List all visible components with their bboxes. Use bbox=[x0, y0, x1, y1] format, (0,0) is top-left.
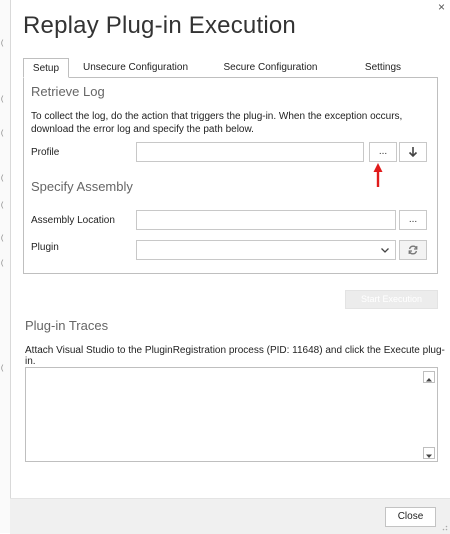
tab-settings[interactable]: Settings bbox=[348, 58, 418, 78]
plugin-traces-description: Attach Visual Studio to the PluginRegist… bbox=[25, 345, 445, 367]
refresh-plugins-button[interactable] bbox=[399, 240, 427, 260]
background-glyph: ( bbox=[1, 202, 4, 209]
scroll-up-button[interactable] bbox=[423, 371, 435, 383]
assembly-location-input[interactable] bbox=[136, 210, 396, 230]
background-glyph: ( bbox=[1, 130, 4, 137]
tab-secure-configuration[interactable]: Secure Configuration bbox=[208, 58, 333, 78]
scroll-down-button[interactable] bbox=[423, 447, 435, 459]
plugin-traces-title: Plug-in Traces bbox=[25, 318, 109, 333]
background-glyph: ( bbox=[1, 260, 4, 267]
red-annotation-arrow-icon bbox=[373, 163, 383, 187]
background-glyph: ( bbox=[1, 40, 4, 47]
refresh-icon bbox=[408, 245, 418, 255]
replay-dialog: × Replay Plug-in Execution Setup Unsecur… bbox=[10, 0, 450, 533]
dialog-footer bbox=[10, 498, 450, 534]
close-window-icon[interactable]: × bbox=[438, 0, 445, 14]
tab-bar: Setup Unsecure Configuration Secure Conf… bbox=[23, 58, 438, 78]
download-arrow-icon bbox=[408, 147, 418, 158]
resize-grip-icon[interactable] bbox=[440, 523, 448, 531]
start-execution-button[interactable]: Start Execution bbox=[345, 290, 438, 309]
tab-setup[interactable]: Setup bbox=[23, 58, 69, 78]
profile-input[interactable] bbox=[136, 142, 364, 162]
background-glyph: ( bbox=[1, 96, 4, 103]
tab-unsecure-configuration[interactable]: Unsecure Configuration bbox=[73, 58, 198, 78]
caret-up-icon bbox=[426, 378, 432, 382]
plugin-traces-textarea[interactable] bbox=[25, 367, 438, 462]
plugin-label: Plugin bbox=[31, 242, 59, 253]
download-log-button[interactable] bbox=[399, 142, 427, 162]
plugin-select[interactable] bbox=[136, 240, 396, 260]
assembly-browse-button[interactable]: ... bbox=[399, 210, 427, 230]
background-window-strip: ( ( ( ( ( ( ( ( bbox=[0, 0, 10, 533]
caret-down-icon bbox=[426, 454, 432, 458]
retrieve-log-title: Retrieve Log bbox=[31, 84, 105, 99]
specify-assembly-title: Specify Assembly bbox=[31, 179, 133, 194]
profile-browse-button[interactable]: ... bbox=[369, 142, 397, 162]
assembly-location-label: Assembly Location bbox=[31, 215, 115, 226]
background-glyph: ( bbox=[1, 365, 4, 372]
profile-label: Profile bbox=[31, 147, 60, 158]
close-button[interactable]: Close bbox=[385, 507, 436, 527]
retrieve-log-description: To collect the log, do the action that t… bbox=[31, 111, 403, 135]
background-glyph: ( bbox=[1, 175, 4, 182]
chevron-down-icon bbox=[381, 248, 389, 253]
dialog-title: Replay Plug-in Execution bbox=[23, 12, 296, 39]
background-glyph: ( bbox=[1, 235, 4, 242]
